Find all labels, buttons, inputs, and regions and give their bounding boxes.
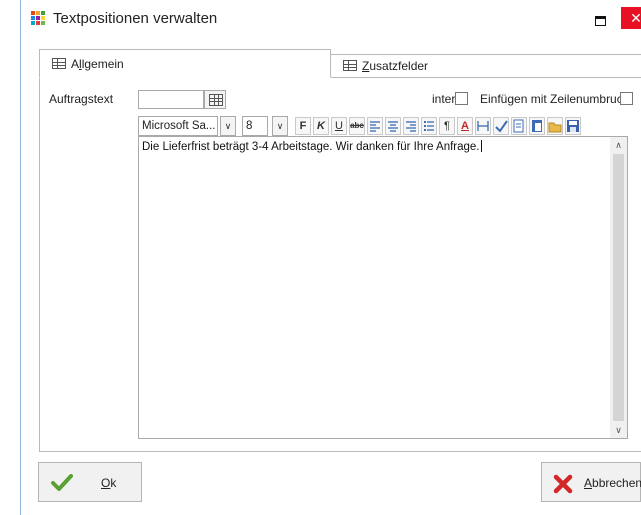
open-folder-icon[interactable] [547,117,563,135]
font-size-dropdown-icon[interactable]: ∨ [272,116,288,136]
paragraph-icon[interactable]: ¶ [439,117,455,135]
scroll-track[interactable] [613,154,624,421]
app-grid-icon [31,11,46,26]
font-size-select[interactable]: 8 [242,116,268,136]
align-right-icon[interactable] [403,117,419,135]
title-bar[interactable]: Textpositionen verwalten ✕ [21,0,641,37]
date-input[interactable] [138,90,204,109]
scroll-down-icon[interactable]: ∨ [610,422,627,438]
auftragstext-label: Auftragstext [49,92,114,106]
align-center-icon[interactable] [385,117,401,135]
tab-allgemein-label: Allgemein [71,57,124,71]
restore-button[interactable] [586,9,614,29]
tab-allgemein[interactable]: Allgemein [39,49,331,78]
cancel-button[interactable]: Abbrechen [541,462,641,502]
bullet-list-icon[interactable] [421,117,437,135]
format-toolbar: Microsoft Sa... ∨ 8 ∨ F K U abc ¶ A [138,116,628,136]
font-family-select[interactable]: Microsoft Sa... [138,116,218,136]
ok-button-label: Ok [101,476,117,490]
font-family-dropdown-icon[interactable]: ∨ [220,116,236,136]
strikethrough-button[interactable]: abc [349,117,365,135]
einfuegen-checkbox[interactable] [620,92,633,105]
intern-checkbox[interactable] [455,92,468,105]
save-icon[interactable] [565,117,581,135]
tab-zusatzfelder[interactable]: Zusatzfelder [331,54,641,78]
bold-button[interactable]: F [295,117,311,135]
text-editor[interactable]: Die Lieferfrist beträgt 3-4 Arbeitstage.… [138,136,628,439]
einfuegen-label: Einfügen mit Zeilenumbruch [480,92,630,106]
insert-text-icon[interactable] [511,117,527,135]
insert-line-icon[interactable] [475,117,491,135]
form-icon [343,60,357,71]
checkmark-icon [51,474,73,491]
text-caret [480,140,482,152]
scroll-up-icon[interactable]: ∧ [610,137,627,153]
italic-button[interactable]: K [313,117,329,135]
table-icon [52,58,66,69]
close-icon: ✕ [630,10,641,26]
spellcheck-icon[interactable] [493,117,509,135]
close-button[interactable]: ✕ [621,7,641,29]
font-color-icon[interactable]: A [457,117,473,135]
vertical-scrollbar[interactable]: ∧ ∨ [610,137,627,438]
underline-button[interactable]: U [331,117,347,135]
cancel-button-label: Abbrechen [584,476,641,490]
calendar-button[interactable] [204,90,226,109]
align-left-icon[interactable] [367,117,383,135]
tab-zusatzfelder-label: Zusatzfelder [362,59,429,73]
paste-icon[interactable] [529,117,545,135]
ok-button[interactable]: Ok [38,462,142,502]
window-title: Textpositionen verwalten [53,10,218,27]
cancel-x-icon [553,474,573,494]
editor-content: Die Lieferfrist beträgt 3-4 Arbeitstage.… [142,140,482,153]
tab-bar: Allgemein Zusatzfelder [39,49,641,78]
